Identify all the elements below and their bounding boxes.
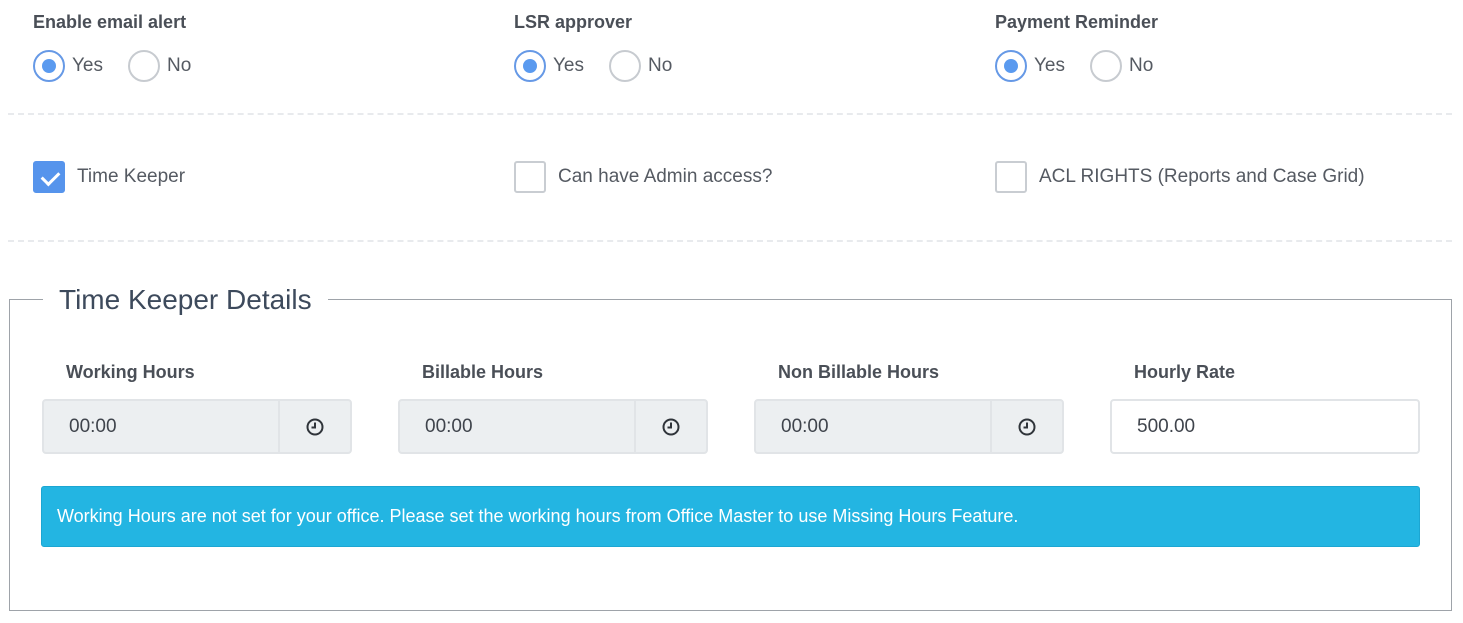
lsr-approver-yes-radio[interactable]: Yes — [514, 50, 584, 82]
payment-reminder-yes-radio[interactable]: Yes — [995, 50, 1065, 82]
lsr-approver-label: LSR approver — [514, 12, 633, 32]
non-billable-hours-input[interactable]: 00:00 — [754, 399, 1064, 454]
clock-icon[interactable] — [990, 401, 1062, 452]
non-billable-hours-field: Non Billable Hours 00:00 — [754, 362, 1064, 454]
checkbox-checked-icon[interactable] — [33, 161, 65, 193]
section-divider — [8, 240, 1452, 242]
working-hours-input[interactable]: 00:00 — [42, 399, 352, 454]
missing-hours-alert: Working Hours are not set for your offic… — [41, 486, 1420, 547]
acl-rights-label: ACL RIGHTS (Reports and Case Grid) — [1039, 166, 1365, 187]
email-alert-label: Enable email alert — [33, 12, 187, 32]
email-alert-yes-radio[interactable]: Yes — [33, 50, 103, 82]
radio-checked-icon[interactable] — [995, 50, 1027, 82]
billable-hours-field: Billable Hours 00:00 — [398, 362, 708, 454]
hourly-rate-input[interactable]: 500.00 — [1110, 399, 1420, 454]
payment-reminder-no-radio[interactable]: No — [1090, 50, 1153, 82]
admin-access-checkbox[interactable]: Can have Admin access? — [514, 161, 772, 193]
working-hours-field: Working Hours 00:00 — [42, 362, 352, 454]
radio-unchecked-icon[interactable] — [128, 50, 160, 82]
email-alert-no-radio[interactable]: No — [128, 50, 191, 82]
billable-hours-label: Billable Hours — [422, 362, 544, 382]
section-divider — [8, 113, 1452, 115]
radio-unchecked-icon[interactable] — [609, 50, 641, 82]
lsr-approver-no-label: No — [648, 55, 673, 76]
payment-reminder-yes-label: Yes — [1034, 55, 1065, 76]
checkbox-unchecked-icon[interactable] — [995, 161, 1027, 193]
lsr-approver-yes-label: Yes — [553, 55, 584, 76]
non-billable-hours-value[interactable]: 00:00 — [756, 401, 990, 452]
fieldset-legend: Time Keeper Details — [43, 283, 328, 317]
non-billable-hours-label: Non Billable Hours — [778, 362, 940, 382]
clock-icon[interactable] — [634, 401, 706, 452]
clock-icon[interactable] — [278, 401, 350, 452]
billable-hours-value[interactable]: 00:00 — [400, 401, 634, 452]
time-keeper-checkbox[interactable]: Time Keeper — [33, 161, 185, 193]
billable-hours-input[interactable]: 00:00 — [398, 399, 708, 454]
email-alert-yes-label: Yes — [72, 55, 103, 76]
admin-access-label: Can have Admin access? — [558, 166, 773, 187]
user-settings-form: Enable email alert Yes No LSR approver Y… — [0, 0, 1463, 623]
email-alert-no-label: No — [167, 55, 192, 76]
time-keeper-label: Time Keeper — [77, 166, 186, 187]
payment-reminder-label: Payment Reminder — [995, 12, 1159, 32]
checkbox-unchecked-icon[interactable] — [514, 161, 546, 193]
radio-unchecked-icon[interactable] — [1090, 50, 1122, 82]
radio-checked-icon[interactable] — [514, 50, 546, 82]
time-keeper-details-fieldset: Time Keeper Details Working Hours 00:00 … — [9, 283, 1452, 611]
working-hours-label: Working Hours — [66, 362, 195, 382]
hourly-rate-field: Hourly Rate 500.00 — [1110, 362, 1420, 454]
acl-rights-checkbox[interactable]: ACL RIGHTS (Reports and Case Grid) — [995, 161, 1365, 193]
hourly-rate-label: Hourly Rate — [1134, 362, 1236, 382]
payment-reminder-no-label: No — [1129, 55, 1154, 76]
hourly-rate-value[interactable]: 500.00 — [1112, 401, 1418, 452]
lsr-approver-no-radio[interactable]: No — [609, 50, 672, 82]
working-hours-value[interactable]: 00:00 — [44, 401, 278, 452]
radio-checked-icon[interactable] — [33, 50, 65, 82]
